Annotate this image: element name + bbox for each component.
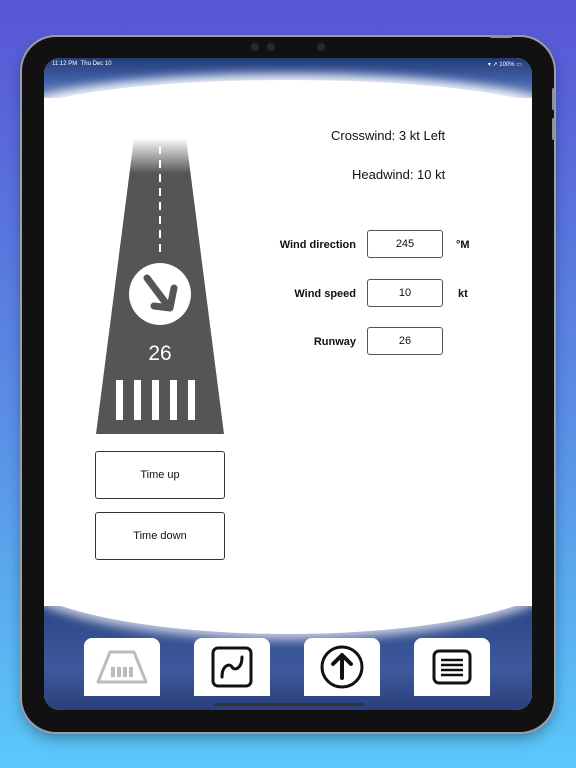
- home-indicator: [214, 703, 364, 706]
- camera-icon: [267, 43, 275, 51]
- runway-number: 26: [148, 342, 171, 365]
- camera-icon: [317, 43, 325, 51]
- wind-direction-field[interactable]: [367, 230, 443, 258]
- camera-bar: [245, 41, 335, 53]
- runway-icon: [96, 650, 148, 684]
- volume-button: [552, 88, 555, 110]
- arrow-up-circle-icon: [320, 645, 364, 689]
- top-band: [44, 58, 532, 120]
- curve-icon: [211, 646, 253, 688]
- time-up-button[interactable]: Time up: [95, 451, 225, 499]
- headwind-result: Headwind: 10 kt: [352, 167, 446, 182]
- tab-list[interactable]: [414, 638, 490, 696]
- wind-speed-label: Wind speed: [294, 288, 356, 300]
- crosswind-result: Crosswind: 3 kt Left: [331, 128, 446, 143]
- time-down-button[interactable]: Time down: [95, 512, 225, 560]
- tab-runway[interactable]: [84, 638, 160, 696]
- tab-curve[interactable]: [194, 638, 270, 696]
- runway-label: Runway: [313, 336, 356, 348]
- wind-speed-field[interactable]: [367, 279, 443, 307]
- camera-icon: [251, 43, 259, 51]
- power-button: [490, 35, 512, 38]
- runway-field[interactable]: [367, 327, 443, 355]
- status-time: 11:12 PM Thu Dec 10: [52, 61, 112, 67]
- runway-graphic: 26: [96, 138, 224, 434]
- status-indicators: ▾ ➚ 100% ▭: [487, 62, 522, 68]
- app-screen: 11:12 PM Thu Dec 10 ▾ ➚ 100% ▭ 26 Crossw…: [44, 58, 532, 710]
- list-icon: [432, 649, 472, 685]
- volume-button: [552, 118, 555, 140]
- wind-direction-unit: °M: [456, 239, 470, 251]
- wind-speed-unit: kt: [458, 288, 468, 300]
- wind-direction-label: Wind direction: [279, 239, 356, 251]
- tab-arrow-up[interactable]: [304, 638, 380, 696]
